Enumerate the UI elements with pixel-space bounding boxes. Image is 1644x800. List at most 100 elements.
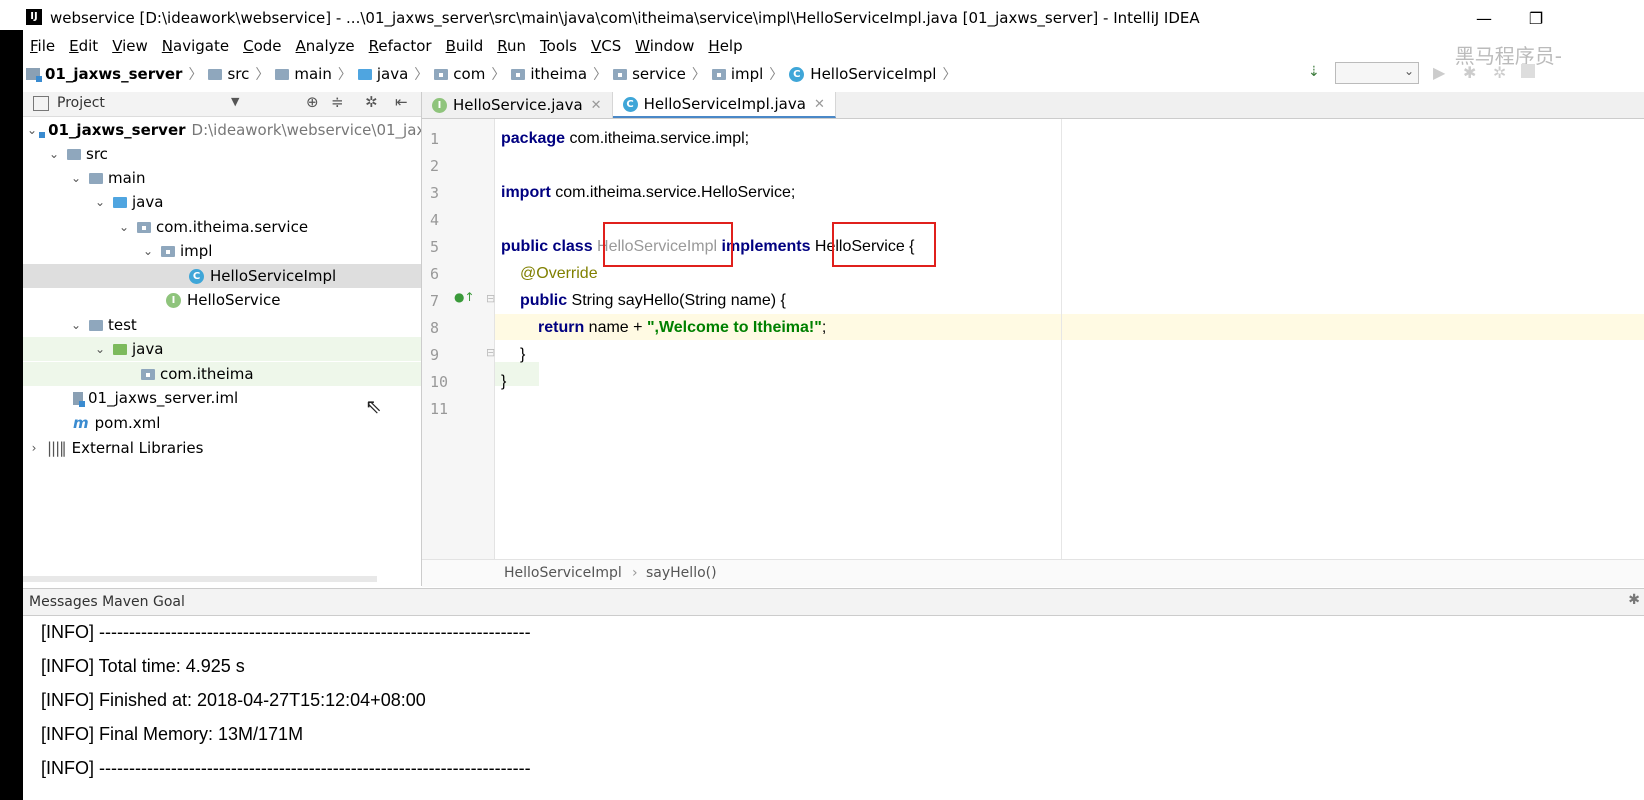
menu-refactor[interactable]: Refactor [362, 34, 439, 58]
line-number: 8 [430, 319, 440, 337]
message-line: [INFO] Finished at: 2018-04-27T15:12:04+… [41, 690, 426, 710]
editor-gutter: 1 2 3 4 5 6 7 8 9 10 11 ●↑ ⊟ ⊟ [422, 119, 495, 559]
project-tree: ⌄ 01_jaxws_server D:\ideawork\webservice\0… [23, 118, 539, 584]
breadcrumb-method[interactable]: sayHello() [646, 565, 717, 581]
tree-item-test[interactable]: ⌄ test [23, 313, 467, 337]
nav-crumb-src[interactable]: src 〉 [205, 64, 272, 84]
chevron-down-icon[interactable]: ⌄ [47, 147, 61, 161]
test-folder-icon [113, 343, 127, 355]
tab-helloservice[interactable]: I HelloService.java ✕ [422, 92, 613, 118]
chevron-down-icon[interactable]: ▼ [231, 95, 239, 108]
locate-icon[interactable]: ⊕ [306, 93, 319, 111]
breadcrumb-class[interactable]: HelloServiceImpl [504, 565, 622, 581]
nav-crumb-impl[interactable]: impl 〉 [709, 64, 786, 84]
hide-icon[interactable]: ⇤ [395, 93, 408, 111]
package-icon [137, 221, 151, 233]
implements-marker-icon[interactable]: ●↑ [454, 290, 475, 304]
code-editor[interactable]: package com.itheima.service.impl; import… [495, 119, 1644, 559]
menu-run[interactable]: Run [490, 34, 533, 58]
code-line-3: import com.itheima.service.HelloService; [501, 184, 796, 201]
folder-icon [67, 148, 81, 160]
messages-panel-title: Messages Maven Goal [29, 594, 185, 610]
menu-file[interactable]: File [23, 34, 62, 58]
coverage-icon[interactable]: ✲ [1493, 63, 1506, 82]
code-line-1: package com.itheima.service.impl; [501, 130, 750, 147]
run-icon[interactable]: ▶ [1433, 63, 1445, 82]
code-line-9: } [520, 346, 526, 363]
folder-icon [89, 319, 103, 331]
package-icon [613, 68, 628, 80]
menu-tools[interactable]: Tools [533, 34, 584, 58]
package-icon [434, 68, 449, 80]
menu-help[interactable]: Help [701, 34, 749, 58]
package-icon [141, 368, 155, 380]
menu-view[interactable]: View [105, 34, 155, 58]
tree-item-main[interactable]: ⌄ main [23, 166, 467, 190]
nav-crumb-main[interactable]: main 〉 [272, 64, 354, 84]
source-folder-icon [113, 196, 127, 208]
gear-icon[interactable]: ✲ [365, 93, 378, 111]
line-number: 6 [430, 265, 440, 283]
gear-icon[interactable]: ✱ [1628, 592, 1640, 608]
minimize-button[interactable]: — [1464, 6, 1504, 32]
chevron-down-icon[interactable]: ⌄ [69, 171, 83, 185]
debug-icon[interactable]: ✱ [1463, 63, 1476, 82]
class-icon: C [189, 268, 204, 284]
chevron-down-icon[interactable]: ⌄ [69, 318, 83, 332]
chevron-down-icon[interactable]: ⌄ [141, 244, 155, 258]
menu-edit[interactable]: Edit [62, 34, 105, 58]
chevron-down-icon[interactable]: ⌄ [27, 123, 37, 137]
message-line: [INFO] Final Memory: 13M/171M [41, 724, 304, 744]
line-number: 10 [430, 373, 449, 391]
menu-build[interactable]: Build [439, 34, 491, 58]
chevron-down-icon[interactable]: ⌄ [93, 195, 107, 209]
tree-item-src[interactable]: ⌄ src [23, 142, 445, 166]
menu-analyze[interactable]: Analyze [289, 34, 362, 58]
close-icon[interactable]: ✕ [591, 98, 602, 113]
project-panel-title[interactable]: Project [57, 95, 105, 111]
editor-breadcrumb: HelloServiceImpl › sayHello() [422, 559, 1644, 587]
run-config-dropdown[interactable]: ⌄ [1335, 62, 1419, 84]
tree-item-iml[interactable]: 01_jaxws_server.iml [23, 386, 471, 410]
package-icon [511, 68, 526, 80]
menu-window[interactable]: Window [628, 34, 701, 58]
nav-crumb-module[interactable]: 01_jaxws_server 〉 [23, 64, 205, 84]
code-line-6: @Override [520, 265, 598, 282]
interface-icon: I [432, 97, 447, 113]
code-line-7: public String sayHello(String name) { [520, 292, 786, 309]
editor-tabs: I HelloService.java ✕ C HelloServiceImpl.ja… [422, 92, 1644, 119]
close-icon[interactable]: ✕ [814, 97, 825, 112]
project-panel-header: Project ▼ ⊕ ≑ ✲ ⇤ [23, 92, 421, 117]
nav-crumb-class[interactable]: C HelloServiceImpl 〉 [786, 64, 959, 84]
chevron-down-icon[interactable]: ⌄ [93, 342, 107, 356]
fold-icon[interactable]: ⊟ [486, 346, 495, 359]
highlight-box-class [603, 222, 733, 267]
intellij-logo-icon: IJ [26, 9, 42, 25]
nav-crumb-itheima[interactable]: itheima 〉 [508, 64, 610, 84]
tree-item-helloserviceimpl[interactable]: C HelloServiceImpl [23, 264, 421, 288]
nav-crumb-service[interactable]: service 〉 [610, 64, 709, 84]
folder-icon [275, 68, 290, 80]
left-black-strip [0, 30, 23, 800]
menu-vcs[interactable]: VCS [584, 34, 628, 58]
collapse-icon[interactable]: ≑ [331, 93, 344, 111]
restore-button[interactable]: ❐ [1516, 6, 1556, 32]
menu-bar: File Edit View Navigate Code Analyze Ref… [23, 34, 750, 58]
tree-item-module[interactable]: ⌄ 01_jaxws_server D:\ideawork\webservice\0… [23, 118, 425, 142]
tree-item-external-libraries[interactable]: › |||‖ External Libraries [23, 436, 425, 460]
sort-icon[interactable]: ⇣ [1308, 64, 1320, 80]
line-number: 4 [430, 211, 440, 229]
nav-crumb-java[interactable]: java 〉 [355, 64, 431, 84]
stop-icon[interactable] [1521, 64, 1535, 78]
chevron-right-icon[interactable]: › [27, 441, 41, 455]
tree-item-pom[interactable]: m pom.xml [23, 411, 471, 435]
package-icon [161, 245, 175, 257]
class-icon: C [622, 96, 638, 112]
menu-navigate[interactable]: Navigate [155, 34, 236, 58]
chevron-down-icon[interactable]: ⌄ [117, 220, 131, 234]
tab-helloserviceimpl[interactable]: C HelloServiceImpl.java ✕ [612, 92, 836, 118]
project-horizontal-scrollbar[interactable] [23, 576, 377, 582]
fold-icon[interactable]: ⊟ [486, 292, 495, 305]
menu-code[interactable]: Code [236, 34, 288, 58]
nav-crumb-com[interactable]: com 〉 [431, 64, 508, 84]
